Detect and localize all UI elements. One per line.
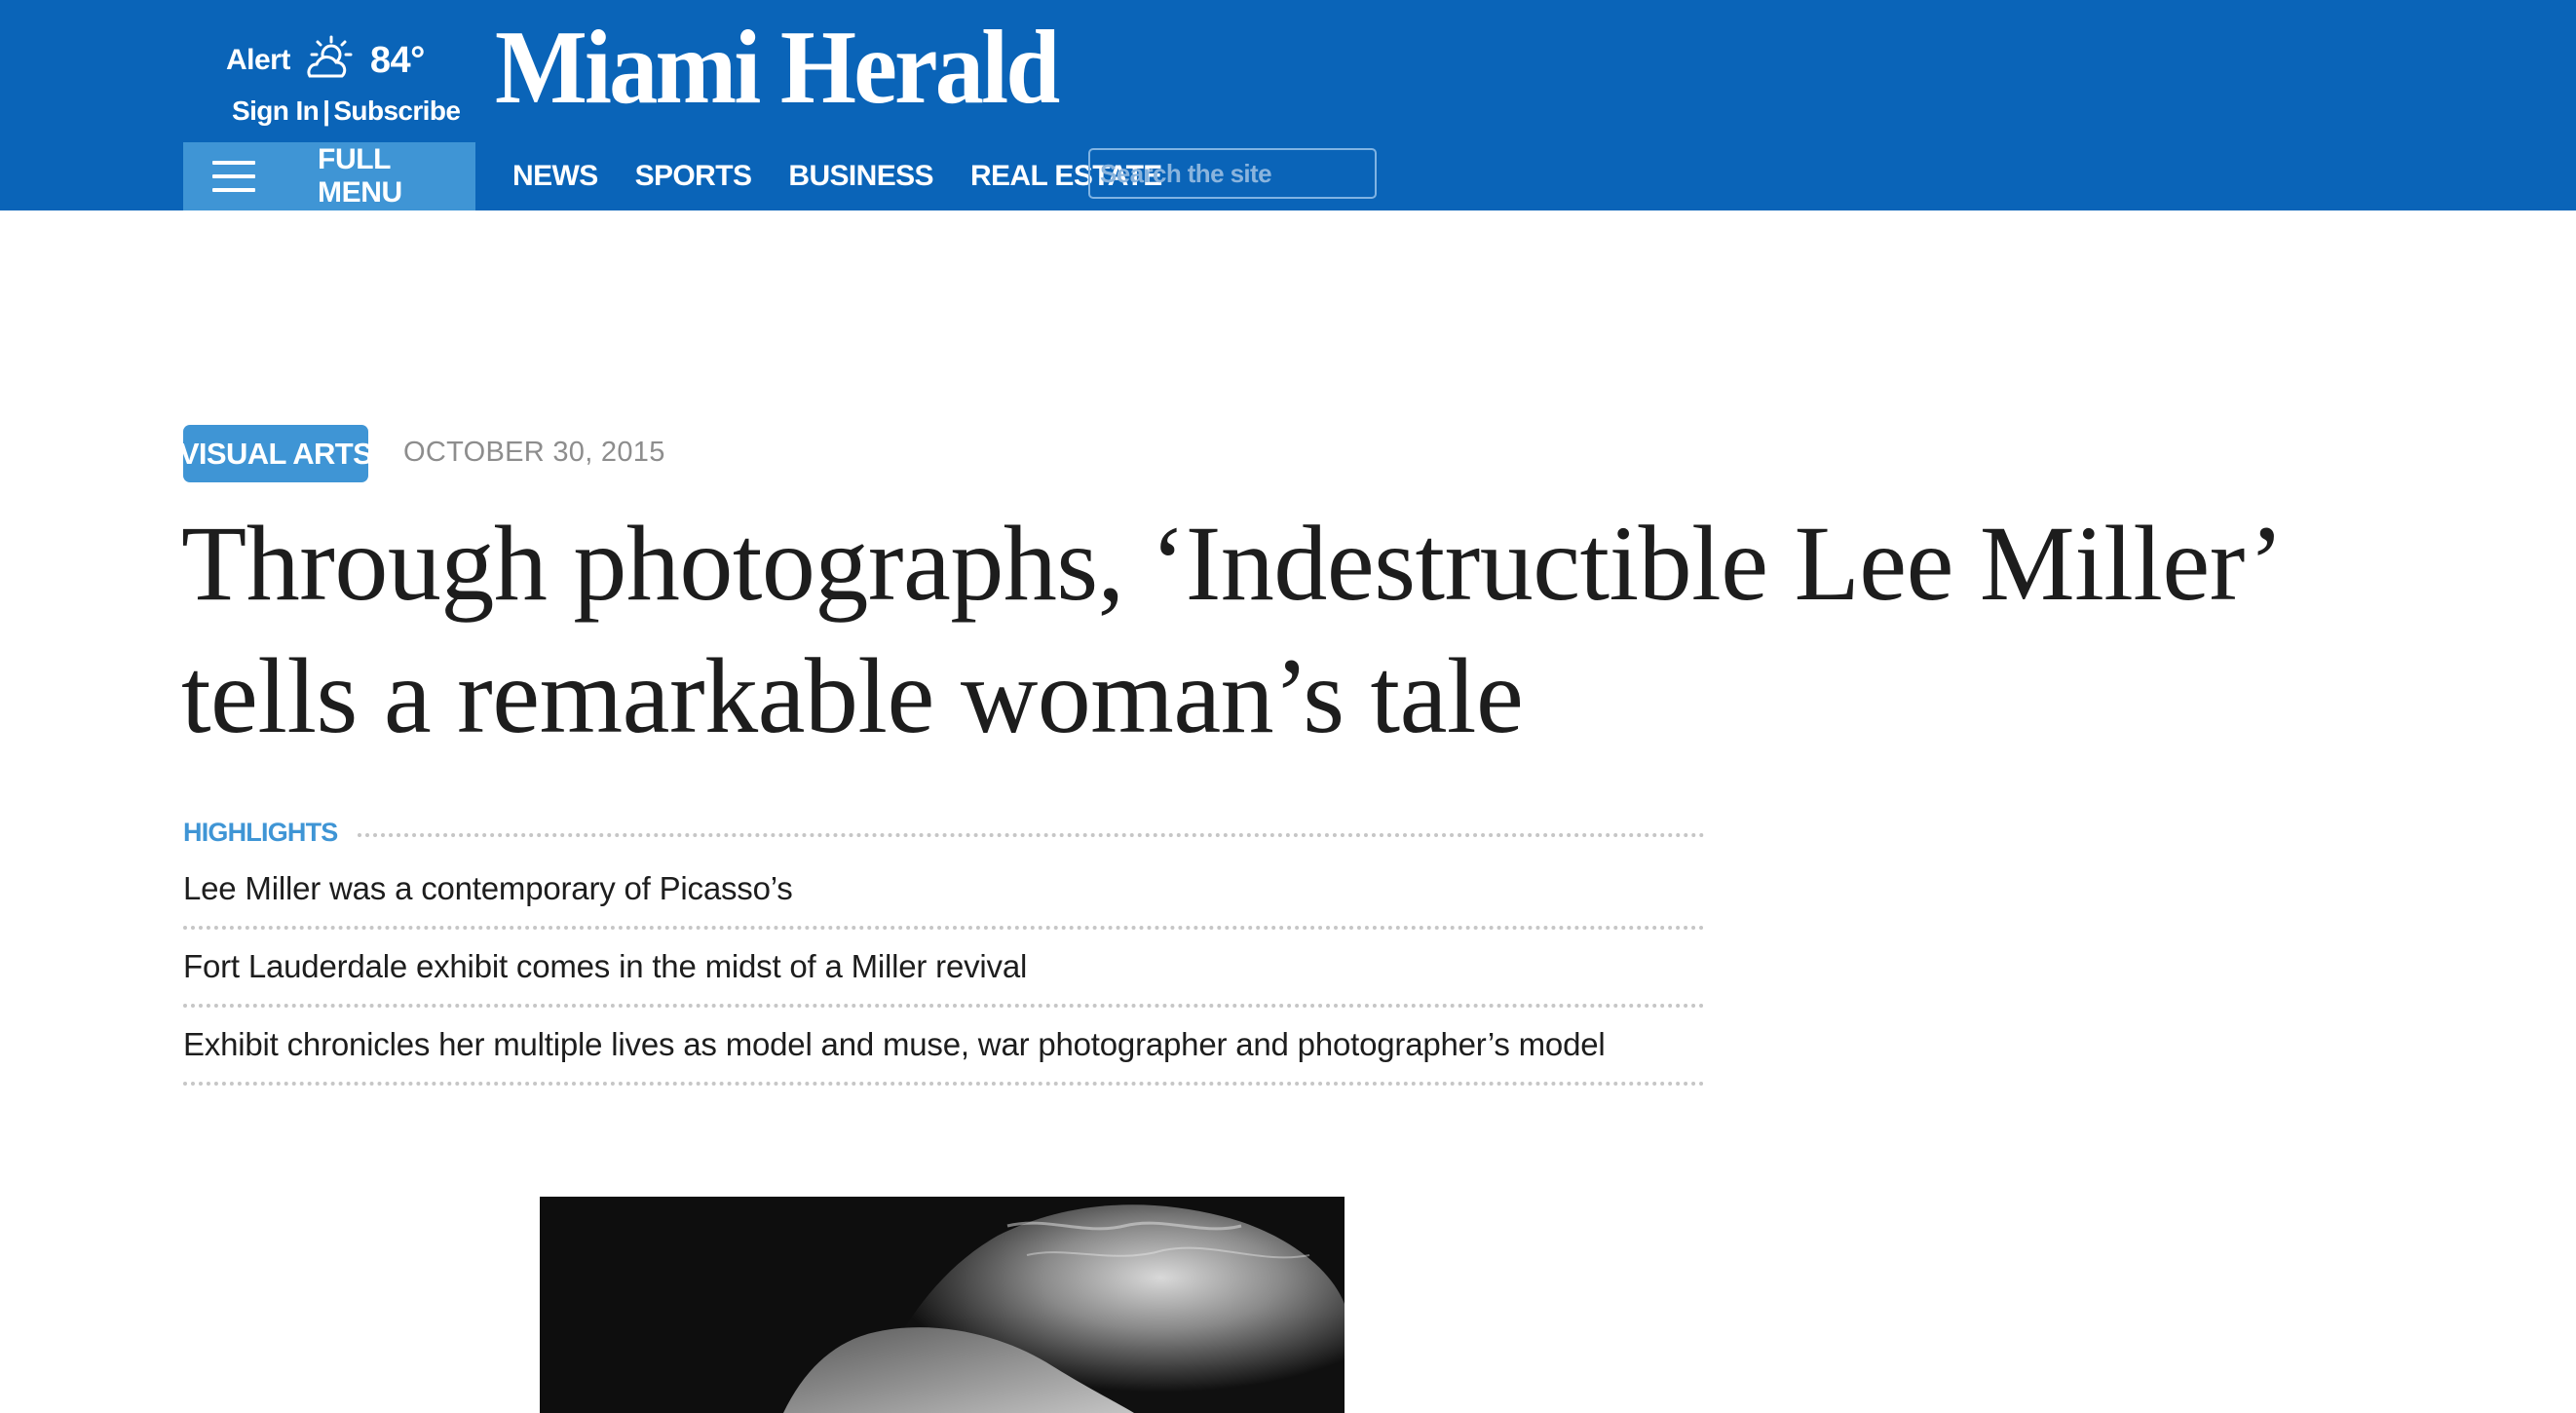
search-input[interactable] <box>1090 149 1443 198</box>
main-navbar: FULL MENU NEWS SPORTS BUSINESS REAL ESTA… <box>0 142 2576 210</box>
account-links: Sign In | Subscribe <box>232 95 461 127</box>
highlight-item: Fort Lauderdale exhibit comes in the mid… <box>183 930 1705 1008</box>
publish-date: OCTOBER 30, 2015 <box>403 437 665 468</box>
weather-alert-label[interactable]: Alert <box>226 44 290 77</box>
site-search <box>1088 148 1443 199</box>
highlights-header: HIGHLIGHTS <box>183 813 1705 852</box>
site-logo[interactable]: Miami Herald <box>495 10 1060 127</box>
hamburger-icon <box>212 161 256 192</box>
highlights-list: Lee Miller was a contemporary of Picasso… <box>183 852 1705 1086</box>
weather-widget[interactable]: Alert 84° <box>226 31 431 90</box>
full-menu-button[interactable]: FULL MENU <box>183 142 475 210</box>
full-menu-label: FULL MENU <box>318 143 402 209</box>
temperature-value: 84° <box>369 39 425 81</box>
highlight-item: Lee Miller was a contemporary of Picasso… <box>183 852 1705 930</box>
nav-link-sports[interactable]: SPORTS <box>635 160 752 193</box>
nav-link-business[interactable]: BUSINESS <box>788 160 933 193</box>
article-headline: Through photographs, ‘Indestructible Lee… <box>181 504 2276 755</box>
highlight-item: Exhibit chronicles her multiple lives as… <box>183 1008 1705 1086</box>
highlights-box: HIGHLIGHTS Lee Miller was a contemporary… <box>183 813 1705 1086</box>
account-separator: | <box>322 95 330 126</box>
photo-image <box>540 1197 1345 1413</box>
sign-in-link[interactable]: Sign In <box>232 95 320 126</box>
section-tag[interactable]: VISUAL ARTS <box>179 425 373 482</box>
highlights-title: HIGHLIGHTS <box>183 817 338 847</box>
subscribe-link[interactable]: Subscribe <box>333 95 461 126</box>
article-photo[interactable] <box>540 1197 1345 1413</box>
site-header: Alert 84° Sign In | Subscribe Miami Herald… <box>0 0 2576 210</box>
partly-cloudy-icon <box>307 35 353 78</box>
dotted-divider <box>357 833 1705 837</box>
nav-link-news[interactable]: NEWS <box>512 160 598 193</box>
